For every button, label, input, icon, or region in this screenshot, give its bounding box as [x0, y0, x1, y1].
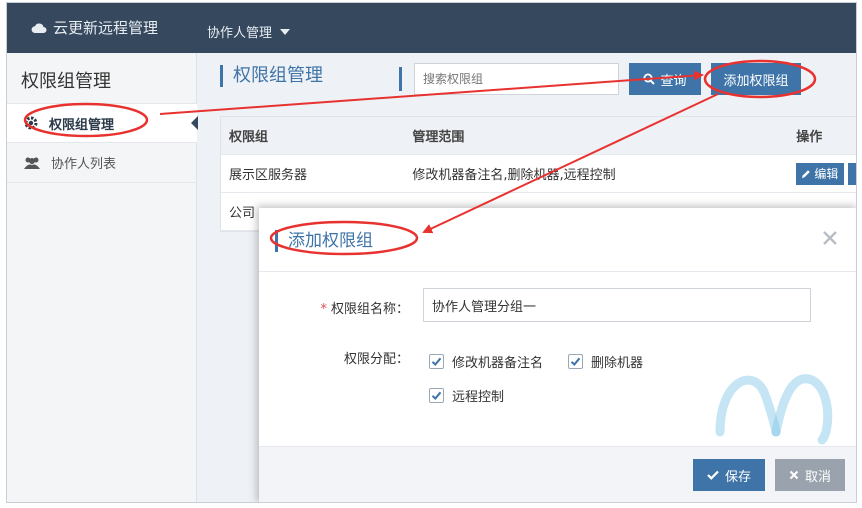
cancel-label: 取消 — [804, 469, 831, 485]
checkbox-label: 删除机器 — [591, 356, 644, 371]
nav-collaborator-label: 协作人管理 — [207, 26, 273, 41]
sidebar-item-collaborators[interactable]: 协作人列表 — [7, 143, 197, 183]
search-input[interactable] — [414, 63, 619, 95]
sidebar-item-label: 协作人列表 — [51, 157, 117, 172]
cancel-button[interactable]: 取消 — [775, 459, 845, 491]
checkbox[interactable] — [429, 354, 444, 369]
edit-button[interactable]: 编辑 — [796, 162, 844, 185]
checkbox-label: 远程控制 — [452, 390, 505, 405]
permission-option-rename[interactable]: 修改机器备注名 — [429, 352, 543, 371]
query-label: 查询 — [660, 73, 687, 89]
permission-assign-label: 权限分配： — [343, 352, 409, 367]
dialog-footer: 保存 取消 — [259, 446, 856, 502]
gear-icon — [24, 116, 38, 130]
group-name-label-text: 权限组名称： — [330, 302, 409, 317]
more-actions-button[interactable] — [847, 162, 856, 185]
cell-actions: 编辑 — [788, 162, 856, 185]
check-icon — [431, 357, 442, 366]
column-header-group: 权限组 — [229, 130, 269, 145]
permission-option-remote[interactable]: 远程控制 — [429, 386, 504, 405]
active-indicator — [191, 116, 198, 130]
edit-label: 编辑 — [814, 167, 839, 181]
save-label: 保存 — [724, 469, 751, 485]
add-permission-group-dialog: 添加权限组 *权限组名称： 权限分配： 修改机器备注名 删除机器 远程 — [259, 208, 856, 502]
permission-option-delete[interactable]: 删除机器 — [568, 352, 643, 371]
query-button[interactable]: 查询 — [629, 63, 701, 95]
nav-collaborator-menu[interactable]: 协作人管理 — [207, 22, 291, 41]
app-window: 云更新远程管理 协作人管理 权限组管理 权限组管理 协作人列表 权限组管理 搜索… — [6, 2, 857, 503]
pencil-icon — [802, 169, 811, 178]
sidebar: 权限组管理 权限组管理 协作人列表 — [7, 53, 198, 502]
users-icon — [24, 157, 40, 169]
add-permission-group-button[interactable]: 添加权限组 — [711, 63, 801, 95]
group-name-label: * 权限组名称： — [309, 298, 409, 317]
search-accent-bar — [399, 67, 402, 91]
table-header-row: 权限组 管理范围 操作 — [221, 117, 856, 155]
column-header-actions: 操作 — [796, 130, 823, 145]
save-button[interactable]: 保存 — [693, 459, 765, 491]
group-name-input[interactable] — [423, 288, 811, 322]
caret-down-icon — [280, 28, 291, 35]
checkbox-label: 修改机器备注名 — [452, 356, 544, 371]
check-icon — [431, 391, 442, 400]
search-icon — [643, 73, 656, 85]
close-icon[interactable] — [818, 226, 842, 250]
top-navbar: 云更新远程管理 协作人管理 — [7, 3, 856, 53]
sidebar-title: 权限组管理 — [21, 71, 111, 92]
check-icon — [570, 357, 581, 366]
checkbox[interactable] — [429, 388, 444, 403]
sidebar-item-permission-groups[interactable]: 权限组管理 — [7, 103, 197, 143]
checkbox[interactable] — [568, 354, 583, 369]
brand[interactable]: 云更新远程管理 — [31, 17, 158, 38]
table-row: 展示区服务器 修改机器备注名,删除机器,远程控制 编辑 — [221, 155, 856, 193]
dialog-header: 添加权限组 — [259, 208, 856, 272]
required-mark: * — [320, 302, 327, 317]
close-icon — [789, 470, 799, 480]
brand-name: 云更新远程管理 — [53, 19, 159, 37]
sidebar-item-label: 权限组管理 — [49, 117, 115, 133]
cell-group: 展示区服务器 — [229, 168, 308, 183]
dialog-title: 添加权限组 — [275, 230, 373, 252]
page-title: 权限组管理 — [220, 65, 323, 87]
cloud-icon — [31, 23, 47, 33]
check-icon — [707, 470, 719, 480]
column-header-scope: 管理范围 — [412, 130, 465, 145]
cell-scope: 修改机器备注名,删除机器,远程控制 — [412, 168, 616, 183]
